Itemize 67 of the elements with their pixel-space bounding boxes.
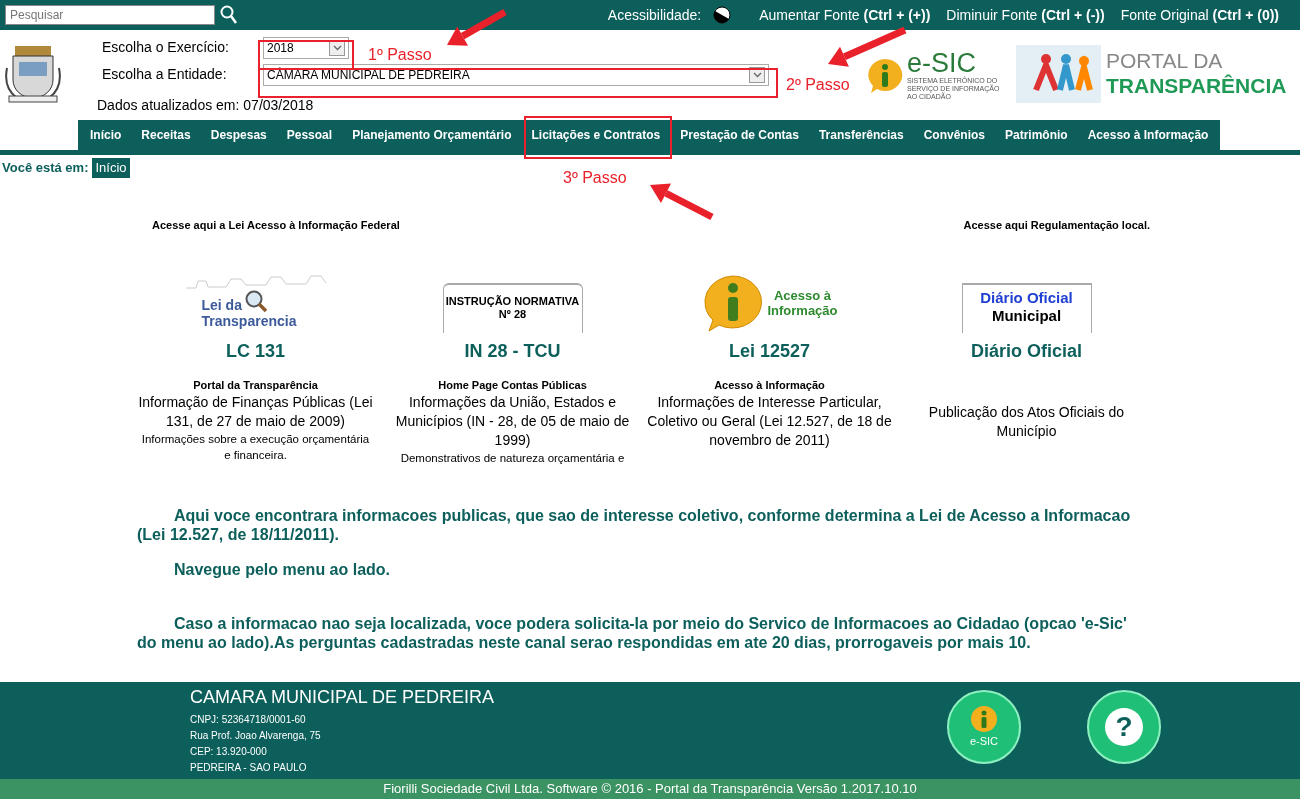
- footer-line: Rua Prof. Joao Alvarenga, 75: [190, 729, 322, 743]
- nav-item[interactable]: Convênios: [923, 126, 985, 144]
- card-subtitle: Home Page Contas Públicas: [438, 377, 587, 393]
- footer-title: CAMARA MUNICIPAL DE PEDREIRA: [190, 686, 495, 708]
- esic-logo-text: e-SIC: [907, 50, 977, 77]
- accessibility-label: Acessibilidade:: [607, 5, 702, 25]
- section-heading: Acesse aqui Regulamentação local.: [963, 217, 1150, 233]
- font-size-link[interactable]: Aumentar Fonte (Ctrl + (+)): [759, 4, 931, 26]
- nav-item[interactable]: Prestação de Contas: [680, 126, 799, 144]
- logo-text: INSTRUÇÃO NORMATIVA: [445, 295, 580, 308]
- card-subtitle: Acesso à Informação: [714, 377, 825, 393]
- logo-text: Informação: [767, 303, 838, 318]
- intro-paragraph: Aqui voce encontrara informacoes publicas, que sao de interesse coletivo, conforme determina a Lei de Acesso a Informacao (Lei 12.527, de 18/11/2011).: [137, 506, 1132, 544]
- footer-line: CNPJ: 52364718/0001-60: [190, 713, 307, 727]
- logo-text: Diário Oficial: [980, 289, 1073, 307]
- logo-text: Municipal: [991, 307, 1062, 325]
- portal-logo-text: PORTAL DA: [1106, 49, 1224, 72]
- contrast-icon[interactable]: [713, 6, 732, 24]
- card-subtitle: Portal da Transparência: [193, 377, 318, 393]
- card-description: Informações da União, Estados e Municípios (IN - 28, de 05 de maio de 1999): [394, 393, 631, 450]
- info-icon: [970, 704, 998, 733]
- logo-text: Acesso à: [772, 288, 833, 303]
- font-size-link[interactable]: Diminuir Fonte (Ctrl + (-)): [946, 4, 1105, 26]
- info-bubble-icon: [866, 56, 904, 95]
- card-description: Informação de Finanças Públicas (Lei 131, de 27 de maio de 2009): [137, 393, 374, 431]
- card-title[interactable]: Lei 12527: [728, 338, 811, 365]
- search-field[interactable]: Pesquisar: [5, 5, 215, 25]
- logo-text: Lei da: [201, 297, 242, 313]
- step-label: 1º Passo: [368, 45, 432, 65]
- nav-item[interactable]: Despesas: [210, 126, 267, 144]
- field-label: Escolha o Exercício:: [102, 38, 230, 57]
- search-icon[interactable]: [220, 5, 238, 25]
- update-date: Dados atualizados em: 07/03/2018: [97, 97, 315, 113]
- card-title[interactable]: LC 131: [226, 338, 285, 365]
- nav-item[interactable]: Receitas: [141, 126, 191, 144]
- breadcrumb-label: Você está em:: [2, 159, 89, 177]
- footer-line: PEDREIRA - SAO PAULO: [190, 761, 308, 775]
- step-label: 3º Passo: [563, 168, 627, 188]
- card-title[interactable]: IN 28 - TCU: [464, 338, 561, 365]
- nav-item[interactable]: Pessoal: [286, 126, 333, 144]
- font-size-link[interactable]: Fonte Original (Ctrl + (0)): [1120, 4, 1279, 26]
- card-description: Informações de Interesse Particular, Coletivo ou Geral (Lei 12.527, de 18 de novembro de 2011): [646, 393, 893, 450]
- help-button[interactable]: ?: [1087, 690, 1161, 764]
- field-label: Escolha a Entidade:: [102, 65, 228, 84]
- card-note: Demonstrativos de natureza orçamentária e: [399, 451, 626, 466]
- nav-item[interactable]: Planejamento Orçamentário: [352, 126, 512, 144]
- magnifier-icon: [243, 289, 268, 313]
- nav-item[interactable]: Acesso à Informação: [1087, 126, 1209, 144]
- card-note: Informações sobre a execução orçamentária e financeira.: [140, 432, 371, 463]
- entity-select[interactable]: CÂMARA MUNICIPAL DE PEDREIRA: [263, 63, 769, 86]
- intro-paragraph: Caso a informacao nao seja localizada, voce podera solicita-la por meio do Servico de Informacoes ao Cidadao (opcao 'e-Sic' do menu ao lado).As perguntas cadastradas neste canal serao respondidas em ate 20 dias, prorrogaveis por mais 10.: [137, 614, 1128, 652]
- breadcrumb-link[interactable]: Início: [92, 158, 130, 178]
- copyright-bar: Fiorilli Sociedade Civil Ltda. Software © 2016 - Portal da Transparência Versão 1.2017.10.10: [0, 779, 1300, 799]
- footer-line: CEP: 13.920-000: [190, 745, 268, 759]
- step-label: 2º Passo: [786, 75, 850, 95]
- card-description: Publicação dos Atos Oficiais do Município: [927, 403, 1126, 441]
- intro-paragraph: Navegue pelo menu ao lado.: [173, 560, 392, 579]
- logo-text: Nº 28: [498, 308, 527, 321]
- year-select[interactable]: 2018: [263, 36, 349, 59]
- portal-logo-text: TRANSPARÊNCIA: [1106, 72, 1287, 99]
- nav-item[interactable]: Início: [90, 126, 122, 144]
- section-heading: Acesse aqui a Lei Acesso à Informação Federal: [152, 217, 400, 233]
- card-title[interactable]: Diário Oficial: [970, 338, 1082, 365]
- nav-item[interactable]: Licitações e Contratos: [531, 126, 661, 144]
- nav-item[interactable]: Patrimônio: [1005, 126, 1068, 144]
- nav-item[interactable]: Transferências: [818, 126, 904, 144]
- logo-text: Transparencia: [201, 313, 297, 329]
